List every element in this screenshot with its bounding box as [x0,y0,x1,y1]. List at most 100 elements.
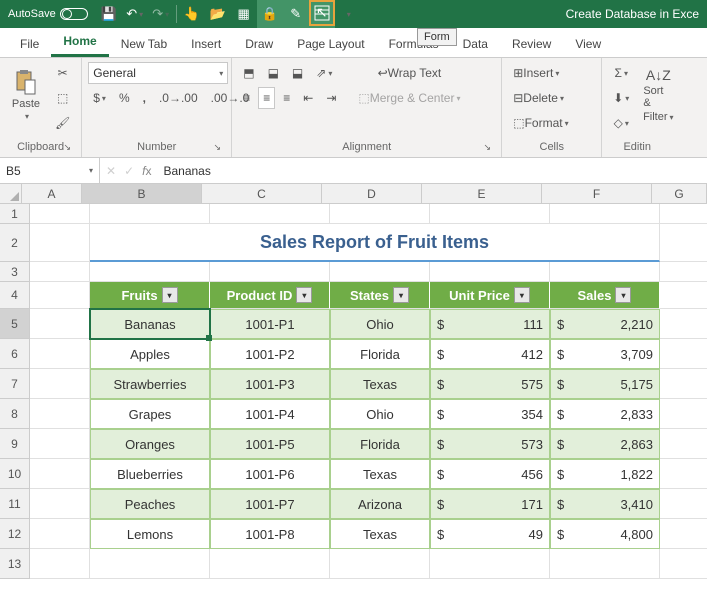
cell[interactable] [660,399,707,429]
cell-price[interactable]: $111 [430,309,550,339]
cell-pid[interactable]: 1001-P8 [210,519,330,549]
cell-sales[interactable]: $2,210 [550,309,660,339]
cell[interactable] [330,204,430,224]
cell-price[interactable]: $573 [430,429,550,459]
name-box[interactable]: B5▾ [0,158,100,183]
number-launcher[interactable]: ↘ [211,141,223,153]
col-D[interactable]: D [322,184,422,204]
cell-fruit[interactable]: Grapes [90,399,210,429]
cell-state[interactable]: Texas [330,519,430,549]
tab-home[interactable]: Home [51,28,108,57]
row-7[interactable]: 7 [0,369,30,399]
cell-pid[interactable]: 1001-P3 [210,369,330,399]
cut-icon[interactable]: ✂ [50,62,75,84]
cell[interactable] [660,262,707,282]
cell-price[interactable]: $412 [430,339,550,369]
cell-state[interactable]: Texas [330,459,430,489]
touch-mode-icon[interactable]: 👆 [179,0,205,28]
customize-qat-icon[interactable]: ▾ [335,0,361,28]
cell[interactable] [660,489,707,519]
save-icon[interactable]: 💾 [96,0,122,28]
autosave-toggle[interactable]: AutoSave [0,8,96,20]
fx-icon[interactable]: fx [142,164,151,178]
cell[interactable] [90,262,210,282]
clear-icon[interactable]: ◇▾ [608,112,634,134]
tab-new[interactable]: New Tab [109,31,179,57]
cell-fruit[interactable]: Oranges [90,429,210,459]
cell-state[interactable]: Ohio [330,399,430,429]
cell-sales[interactable]: $3,709 [550,339,660,369]
cell-state[interactable]: Arizona [330,489,430,519]
cell-state[interactable]: Florida [330,339,430,369]
row-11[interactable]: 11 [0,489,30,519]
form-button[interactable]: ↖ [309,0,335,26]
fill-icon[interactable]: ⬇▾ [608,87,634,109]
filter-icon[interactable]: ▾ [393,287,409,303]
tab-pagelayout[interactable]: Page Layout [285,31,376,57]
cell-pid[interactable]: 1001-P6 [210,459,330,489]
cell-pid[interactable]: 1001-P2 [210,339,330,369]
cell-state[interactable]: Ohio [330,309,430,339]
cell-price[interactable]: $354 [430,399,550,429]
select-all-corner[interactable] [0,184,22,204]
merge-center-button[interactable]: ⬚ Merge & Center▾ [353,87,465,109]
cell-sales[interactable]: $4,800 [550,519,660,549]
undo-icon[interactable]: ↶▾ [122,0,148,28]
col-C[interactable]: C [202,184,322,204]
tab-review[interactable]: Review [500,31,563,57]
orientation-icon[interactable]: ⇗▾ [311,62,337,84]
row-12[interactable]: 12 [0,519,30,549]
cell-sales[interactable]: $5,175 [550,369,660,399]
header-productid[interactable]: Product ID▾ [210,282,330,309]
cell-fruit[interactable]: Blueberries [90,459,210,489]
cell[interactable] [660,339,707,369]
header-fruits[interactable]: Fruits▾ [90,282,210,309]
autosum-icon[interactable]: Σ▾ [608,62,634,84]
cell[interactable] [660,459,707,489]
cell[interactable] [660,282,707,309]
cell-sales[interactable]: $2,833 [550,399,660,429]
toggle-off-icon[interactable] [60,8,88,20]
wrap-text-button[interactable]: ↩ Wrap Text [353,62,465,84]
row-10[interactable]: 10 [0,459,30,489]
row-1[interactable]: 1 [0,204,30,224]
redo-icon[interactable]: ↷▾ [148,0,174,28]
align-right-icon[interactable]: ≡ [278,87,295,109]
report-title[interactable]: Sales Report of Fruit Items [90,224,660,262]
cell[interactable] [30,519,90,549]
cell[interactable] [30,549,90,579]
cell[interactable] [30,489,90,519]
clipboard-launcher[interactable]: ↘ [61,141,73,153]
tab-draw[interactable]: Draw [233,31,285,57]
cell-fruit[interactable]: Strawberries [90,369,210,399]
cell[interactable] [330,262,430,282]
cell[interactable] [660,519,707,549]
row-13[interactable]: 13 [0,549,30,579]
header-price[interactable]: Unit Price▾ [430,282,550,309]
header-sales[interactable]: Sales▾ [550,282,660,309]
sort-filter-button[interactable]: A↓Z Sort & Filter▾ [638,62,678,128]
col-A[interactable]: A [22,184,82,204]
align-bottom-icon[interactable]: ⬓ [287,62,308,84]
row-8[interactable]: 8 [0,399,30,429]
cell[interactable] [30,309,90,339]
cell-pid[interactable]: 1001-P7 [210,489,330,519]
cell-state[interactable]: Texas [330,369,430,399]
cell-fruit[interactable]: Apples [90,339,210,369]
cell[interactable] [30,339,90,369]
cell-price[interactable]: $49 [430,519,550,549]
cell[interactable] [30,459,90,489]
cell[interactable] [30,224,90,262]
row-5[interactable]: 5 [0,309,30,339]
cell[interactable] [430,549,550,579]
cell-sales[interactable]: $2,863 [550,429,660,459]
col-G[interactable]: G [652,184,707,204]
open-icon[interactable]: 📂 [205,0,231,28]
format-cells-button[interactable]: ⬚ Format▾ [508,112,573,134]
filter-icon[interactable]: ▾ [615,287,631,303]
cell[interactable] [30,429,90,459]
format-painter-icon[interactable]: 🖌 [50,112,75,134]
align-middle-icon[interactable]: ⬓ [263,62,284,84]
filter-icon[interactable]: ▾ [162,287,178,303]
cell-sales[interactable]: $1,822 [550,459,660,489]
